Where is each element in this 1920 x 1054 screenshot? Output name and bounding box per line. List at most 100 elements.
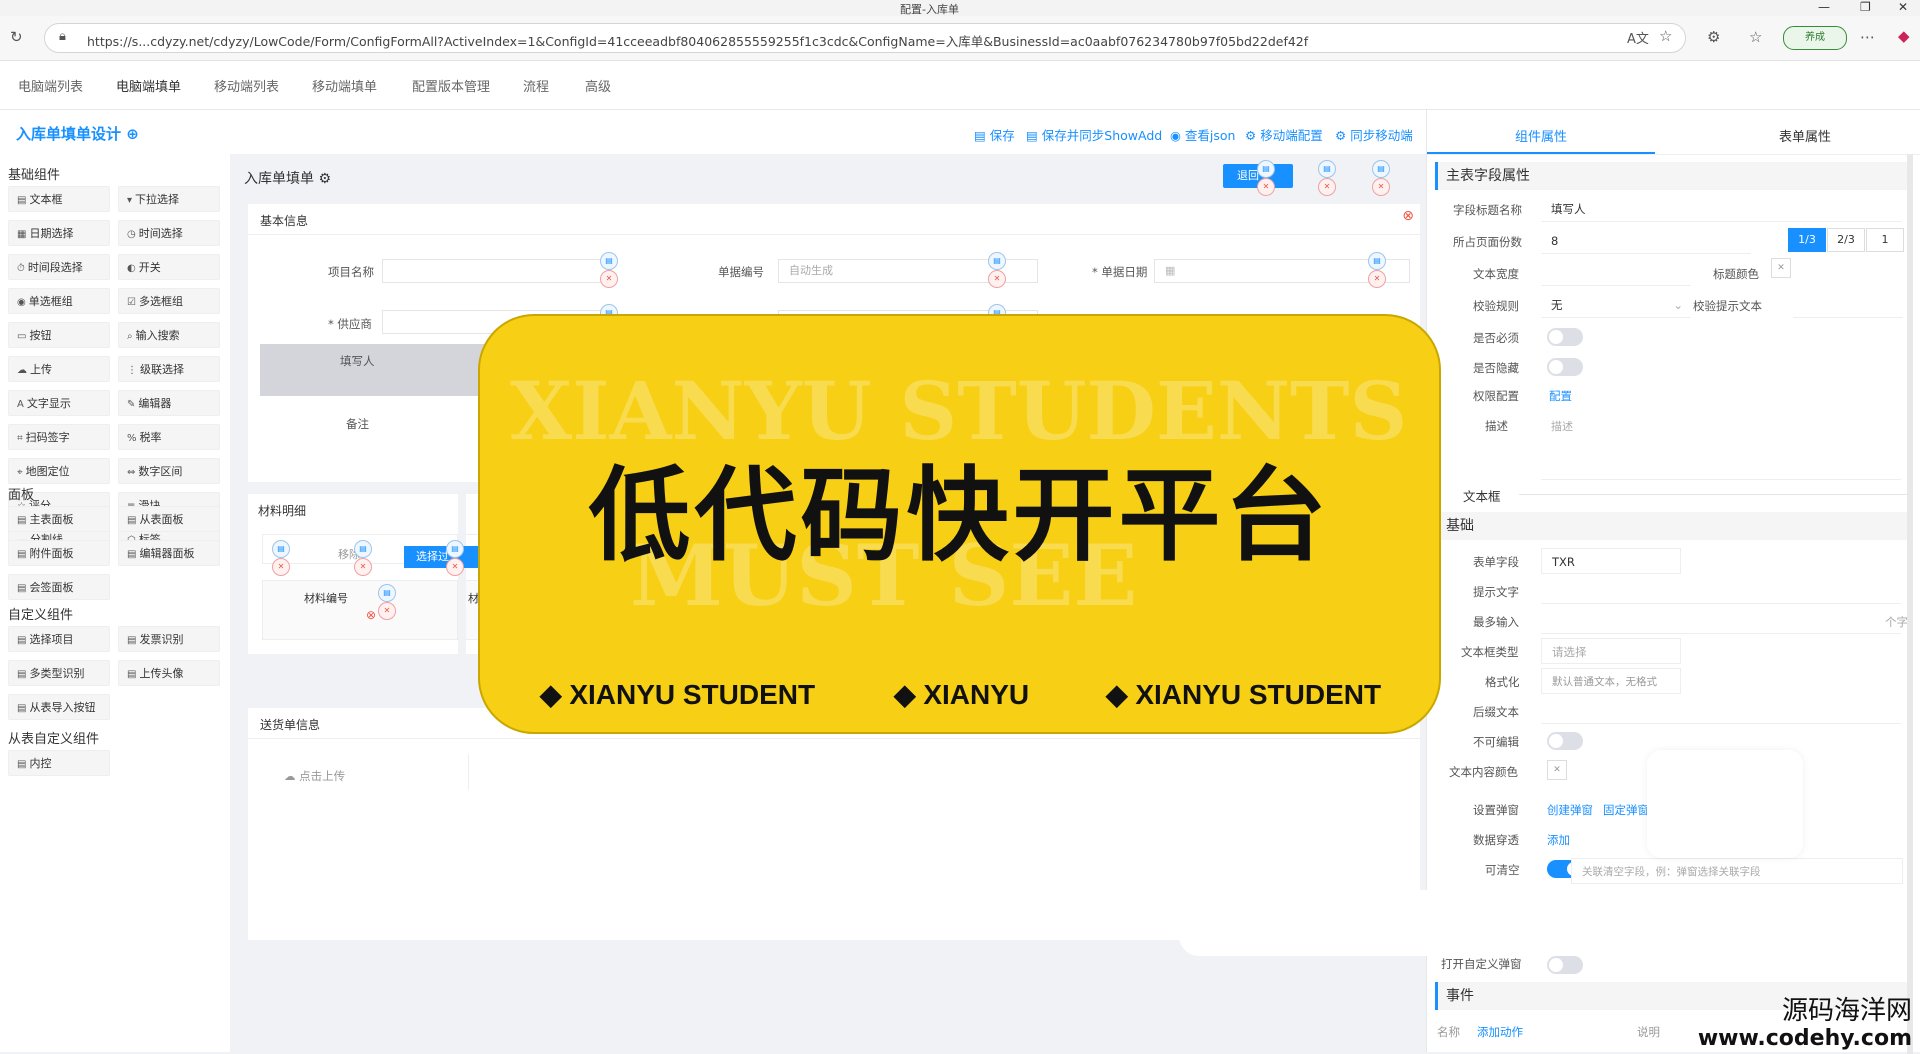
validate-rule-select[interactable]: 无 ⌄ [1541, 292, 1691, 318]
palette-item[interactable]: A 文字显示 [8, 390, 110, 416]
delete-icon[interactable]: ⊗ [1402, 208, 1414, 224]
page-share-input[interactable]: 8 [1541, 228, 1751, 254]
required-toggle[interactable] [1547, 328, 1583, 346]
suffix-input[interactable] [1541, 698, 1901, 724]
palette-item[interactable]: ▦ 日期选择 [8, 220, 110, 246]
palette-item[interactable]: ▤ 多类型识别 [8, 660, 110, 686]
field-title-input[interactable]: 填写人 [1541, 196, 1901, 222]
palette-item[interactable]: ◷ 时间选择 [118, 220, 220, 246]
readonly-toggle[interactable] [1547, 732, 1583, 750]
row-action-icons[interactable]: ▤✕ [1318, 160, 1356, 196]
save-button[interactable]: ▤ 保存 [974, 125, 1015, 144]
row-action-icons[interactable]: ▤✕ [272, 540, 310, 576]
lock-icon[interactable]: 🔒︎ [59, 29, 66, 44]
row-action-icons[interactable]: ▤✕ [1257, 160, 1295, 196]
palette-item[interactable]: ▤ 编辑器面板 [118, 540, 220, 566]
translate-icon[interactable]: A文 [1627, 28, 1649, 47]
scrollbar[interactable] [1907, 154, 1913, 1054]
palette-item[interactable]: ▤ 主表面板 [8, 506, 110, 532]
palette-item[interactable]: ▤ 内控 [8, 750, 110, 776]
tab-pc-form[interactable]: 电脑端填单 [116, 76, 182, 112]
content-color-picker[interactable]: ✕ [1547, 760, 1567, 780]
palette-item[interactable]: ◉ 单选框组 [8, 288, 110, 314]
form-field-input[interactable]: TXR [1541, 548, 1681, 574]
refresh-icon[interactable]: ↻ [10, 28, 23, 46]
field-action-icons[interactable]: ▤✕ [600, 252, 638, 288]
profile-pill[interactable]: 养成 [1783, 26, 1847, 50]
tab-flow[interactable]: 流程 [523, 76, 549, 95]
selected-field-highlight[interactable] [260, 344, 500, 396]
favorites-icon[interactable]: ☆ [1749, 28, 1762, 46]
add-circle-icon[interactable]: ⊕ [126, 125, 139, 143]
max-input-input[interactable] [1541, 608, 1901, 634]
create-popup-link[interactable]: 创建弹窗 [1547, 802, 1593, 818]
palette-item[interactable]: ☑ 多选框组 [118, 288, 220, 314]
custom-popup-toggle[interactable] [1547, 956, 1583, 974]
palette-item[interactable]: ▤ 从表面板 [118, 506, 220, 532]
tab-component-props[interactable]: 组件属性 [1515, 126, 1567, 145]
sync-mobile-button[interactable]: ⚙ 同步移动端 [1335, 125, 1413, 144]
palette-item[interactable]: ✎ 编辑器 [118, 390, 220, 416]
row-action-icons[interactable]: ▤✕ [1372, 160, 1410, 196]
penetrate-add-link[interactable]: 添加 [1547, 832, 1570, 848]
copilot-icon[interactable]: ◆ [1898, 27, 1910, 45]
palette-item[interactable]: ▤ 文本框 [8, 186, 110, 212]
save-sync-button[interactable]: ▤ 保存并同步ShowAdd [1026, 125, 1162, 144]
textbox-type-select[interactable]: 请选择 [1541, 638, 1681, 664]
palette-item[interactable]: ☁ 上传 [8, 356, 110, 382]
more-icon[interactable]: ⋯ [1860, 28, 1875, 46]
palette-item[interactable]: ▤ 发票识别 [118, 626, 220, 652]
palette-item[interactable]: ▤ 会签面板 [8, 574, 110, 600]
minimize-icon[interactable]: — [1818, 0, 1830, 14]
text-width-input[interactable] [1541, 260, 1691, 286]
palette-item[interactable]: % 税率 [118, 424, 220, 450]
tab-pc-list[interactable]: 电脑端列表 [18, 76, 83, 95]
palette-item[interactable]: ⇔ 数字区间 [118, 458, 220, 484]
palette-item[interactable]: ⏱ 时间段选择 [8, 254, 110, 280]
tab-mobile-list[interactable]: 移动端列表 [214, 76, 279, 95]
page-share-option-1-3[interactable]: 1/3 [1788, 228, 1826, 252]
palette-item[interactable]: ⌗ 扫码签字 [8, 424, 110, 450]
palette-item[interactable]: ▾ 下拉选择 [118, 186, 220, 212]
clear-fields-select[interactable]: 关联清空字段，例：弹窗选择关联字段 [1571, 858, 1903, 884]
tab-version-manage[interactable]: 配置版本管理 [412, 76, 490, 95]
tab-mobile-form[interactable]: 移动端填单 [312, 76, 377, 95]
palette-item[interactable]: ⋮ 级联选择 [118, 356, 220, 382]
close-icon[interactable]: ✕ [1898, 0, 1908, 14]
page-share-option-1[interactable]: 1 [1866, 228, 1904, 252]
favorite-star-icon[interactable]: ☆ [1659, 27, 1672, 45]
tab-advanced[interactable]: 高级 [585, 76, 611, 95]
palette-item[interactable]: ▤ 选择项目 [8, 626, 110, 652]
settings-icon[interactable]: ⚙ [318, 171, 331, 187]
field-action-icons[interactable]: ▤✕ [1368, 252, 1406, 288]
delete-icon[interactable]: ⊗ [366, 608, 376, 622]
description-textarea[interactable]: 描述 [1541, 410, 1901, 480]
hidden-toggle[interactable] [1547, 358, 1583, 376]
palette-item[interactable]: ▤ 上传头像 [118, 660, 220, 686]
maximize-icon[interactable]: ❐ [1860, 0, 1871, 14]
tab-form-props[interactable]: 表单属性 [1779, 126, 1831, 145]
row-action-icons[interactable]: ▤✕ [378, 584, 416, 620]
palette-item[interactable]: ◐ 开关 [118, 254, 220, 280]
page-share-option-2-3[interactable]: 2/3 [1827, 228, 1865, 252]
view-json-button[interactable]: ◉ 查看json [1170, 125, 1235, 144]
palette-item[interactable]: ▤ 从表导入按钮 [8, 694, 110, 720]
hint-text-input[interactable] [1541, 578, 1901, 604]
field-action-icons[interactable]: ▤✕ [988, 252, 1026, 288]
url-field[interactable]: 🔒︎ https://s...cdyzy.net/cdyzy/LowCode/F… [44, 23, 1686, 53]
palette-item[interactable]: ▤ 附件面板 [8, 540, 110, 566]
add-action-link[interactable]: 添加动作 [1477, 1024, 1523, 1040]
palette-item[interactable]: ⌖ 地图定位 [8, 458, 110, 484]
row-action-icons[interactable]: ▤✕ [354, 540, 392, 576]
project-name-input[interactable] [382, 259, 612, 283]
fixed-popup-link[interactable]: 固定弹窗 [1603, 802, 1649, 818]
extensions-icon[interactable]: ⚙ [1707, 28, 1720, 46]
validate-tip-input[interactable] [1793, 292, 1903, 318]
perm-config-link[interactable]: 配置 [1549, 388, 1572, 404]
mobile-config-button[interactable]: ⚙ 移动端配置 [1245, 125, 1323, 144]
format-select[interactable]: 默认普通文本，无格式 [1541, 668, 1681, 694]
palette-item[interactable]: ⌕ 输入搜索 [118, 322, 220, 348]
upload-button[interactable]: ☁ 点击上传 [284, 768, 345, 784]
palette-item[interactable]: ▭ 按钮 [8, 322, 110, 348]
title-color-picker[interactable]: ✕ [1771, 258, 1791, 278]
